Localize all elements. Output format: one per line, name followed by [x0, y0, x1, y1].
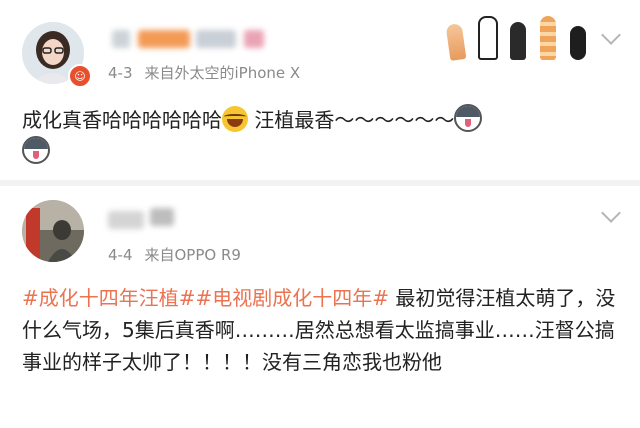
hashtag-link[interactable]: #电视剧成化十四年# — [196, 286, 390, 310]
comment-text: #成化十四年汪植##电视剧成化十四年# 最初觉得汪植太萌了，没什么气场，5集后真… — [22, 286, 616, 374]
chevron-down-icon[interactable] — [601, 25, 621, 45]
paw-icon — [540, 16, 556, 60]
post-date: 4-3 — [108, 64, 133, 82]
husky-emoji — [454, 104, 483, 132]
paw-icon — [445, 23, 467, 61]
post-source: 来自OPPO R9 — [144, 246, 241, 264]
vip-badge-icon: ☺ — [68, 64, 92, 88]
avatar[interactable] — [22, 200, 84, 262]
paw-icon — [510, 22, 526, 60]
post-source: 来自外太空的iPhone X — [144, 64, 301, 82]
weibo-comment-card: ☺ 4-3 来自外太空的iPhone X 成化真香哈哈哈哈哈哈 汪植最香～～～～～… — [0, 0, 640, 182]
post-meta: 4-3 来自外太空的iPhone X — [108, 62, 300, 83]
chevron-down-icon[interactable] — [601, 203, 621, 223]
husky-emoji — [22, 136, 50, 164]
cat-paws-sticker — [444, 10, 592, 61]
post-date: 4-4 — [108, 246, 133, 264]
laughing-tears-emoji — [222, 106, 248, 132]
comment-text: 成化真香哈哈哈哈哈哈 汪植最香～～～～～～ — [22, 104, 622, 168]
username-blurred[interactable] — [196, 30, 236, 48]
paw-icon — [478, 16, 498, 60]
username-blurred[interactable] — [150, 208, 174, 226]
post-meta: 4-4 来自OPPO R9 — [108, 244, 241, 265]
username-blurred[interactable] — [138, 30, 190, 48]
weibo-comment-card: 4-4 来自OPPO R9 #成化十四年汪植##电视剧成化十四年# 最初觉得汪植太… — [0, 186, 640, 428]
username-blurred[interactable] — [108, 211, 144, 229]
paw-icon — [570, 26, 586, 60]
username-blurred[interactable] — [244, 30, 264, 48]
username-blurred[interactable] — [112, 30, 130, 48]
hashtag-link[interactable]: #成化十四年汪植# — [22, 286, 196, 310]
